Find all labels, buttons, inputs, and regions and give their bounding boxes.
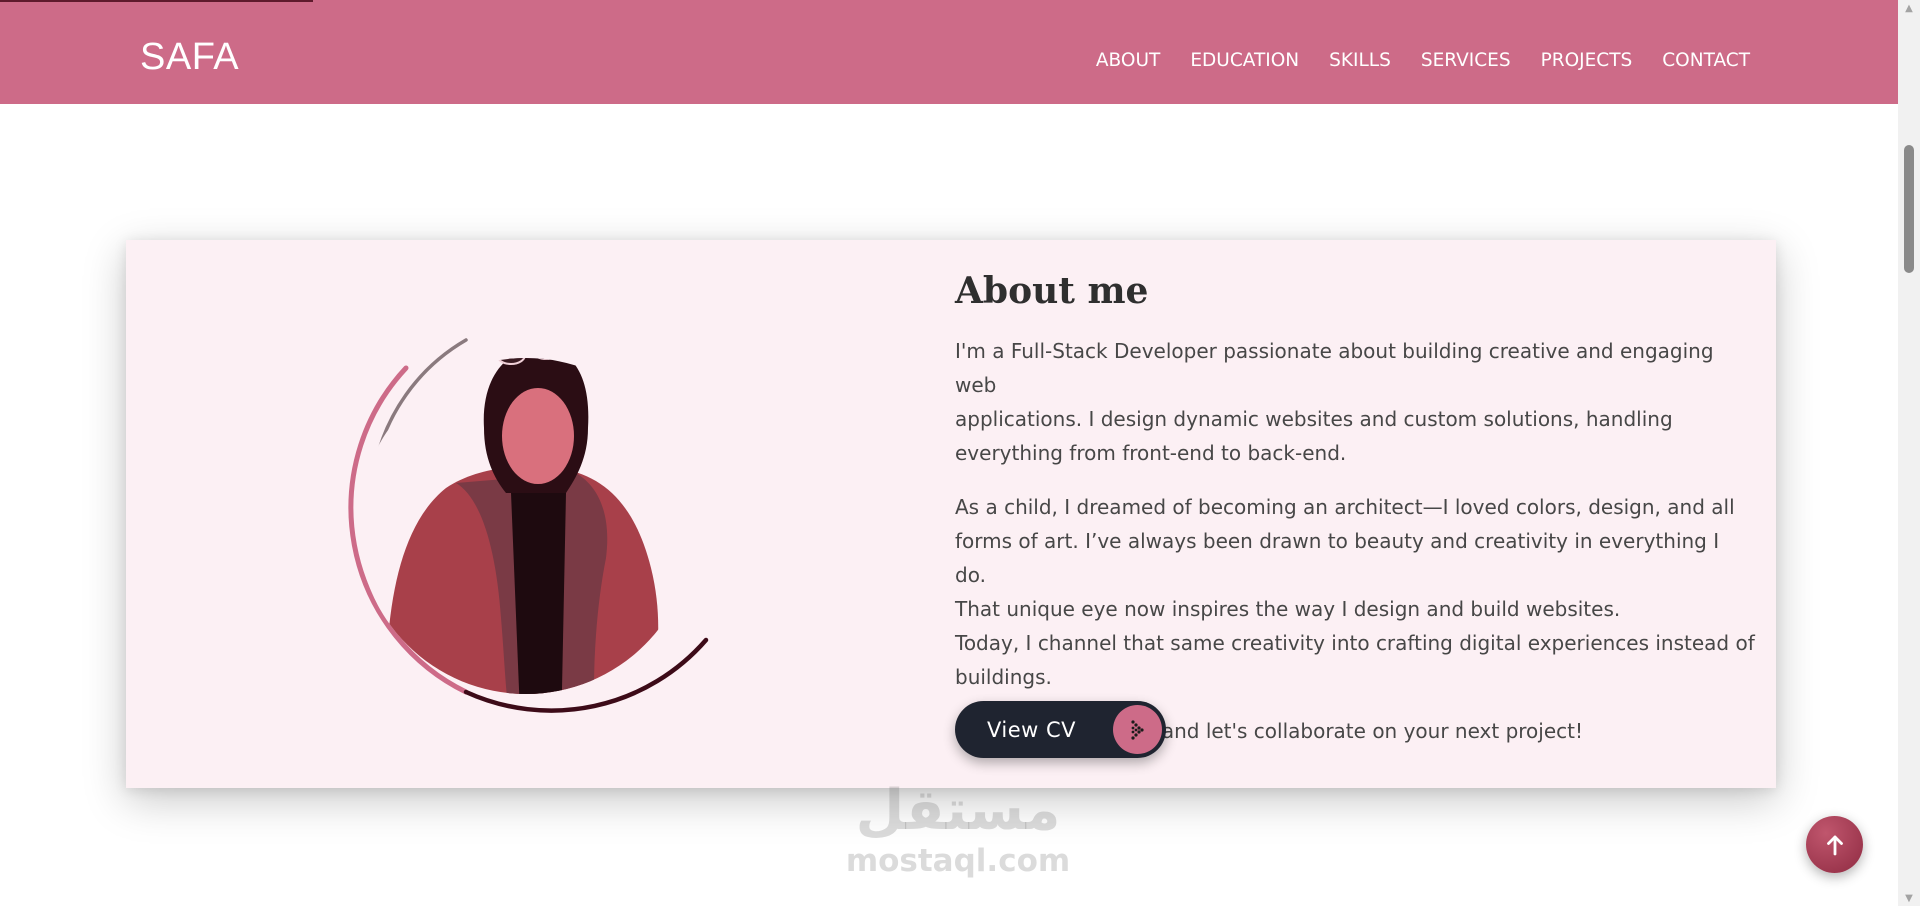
scroll-down-arrow-icon[interactable]: ▼ <box>1898 890 1920 906</box>
main-nav: ABOUT EDUCATION SKILLS SERVICES PROJECTS… <box>1066 50 1750 71</box>
p2-line: buildings. <box>955 665 1052 689</box>
nav-about[interactable]: ABOUT <box>1096 50 1160 71</box>
scroll-progress-fill <box>0 0 314 2</box>
portrait-illustration <box>348 338 709 713</box>
about-title: About me <box>955 270 1149 312</box>
scrollbar-thumb[interactable] <box>1904 145 1914 273</box>
arrow-up-icon <box>1826 835 1843 855</box>
about-paragraph-2: As a child, I dreamed of becoming an arc… <box>955 490 1755 694</box>
view-cv-label: View CV <box>987 717 1077 742</box>
double-chevron-right-icon <box>1113 705 1162 754</box>
about-paragraph-1: I'm a Full-Stack Developer passionate ab… <box>955 334 1755 470</box>
view-cv-button[interactable]: View CV <box>955 701 1166 758</box>
scroll-progress-bar <box>0 0 1898 2</box>
p2-line: forms of art. I’ve always been drawn to … <box>955 529 1720 587</box>
brand-logo[interactable]: SAFA <box>140 36 239 79</box>
watermark: مستقل mostaql.com <box>838 780 1078 890</box>
p1-line: I'm a Full-Stack Developer passionate ab… <box>955 339 1714 397</box>
scroll-up-arrow-icon[interactable]: ▲ <box>1898 0 1920 16</box>
p2-line: That unique eye now inspires the way I d… <box>955 597 1621 621</box>
back-to-top-button[interactable] <box>1806 816 1863 873</box>
watermark-latin: mostaql.com <box>845 843 1071 879</box>
about-text-block: About me I'm a Full-Stack Developer pass… <box>955 270 1755 768</box>
nav-services[interactable]: SERVICES <box>1421 50 1511 71</box>
p2-line: As a child, I dreamed of becoming an arc… <box>955 495 1735 519</box>
p1-line: everything from front-end to back-end. <box>955 441 1347 465</box>
watermark-arabic: مستقل <box>855 778 1061 843</box>
about-section: About me I'm a Full-Stack Developer pass… <box>126 240 1776 788</box>
top-navbar: SAFA ABOUT EDUCATION SKILLS SERVICES PRO… <box>0 0 1898 104</box>
p2-line: Today, I channel that same creativity in… <box>955 631 1755 655</box>
page-scrollbar[interactable]: ▲ ▼ <box>1898 0 1920 906</box>
p1-line: applications. I design dynamic websites … <box>955 407 1673 431</box>
nav-contact[interactable]: CONTACT <box>1662 50 1750 71</box>
nav-education[interactable]: EDUCATION <box>1190 50 1299 71</box>
nav-skills[interactable]: SKILLS <box>1329 50 1391 71</box>
profile-portrait <box>306 318 786 738</box>
nav-projects[interactable]: PROJECTS <box>1541 50 1633 71</box>
